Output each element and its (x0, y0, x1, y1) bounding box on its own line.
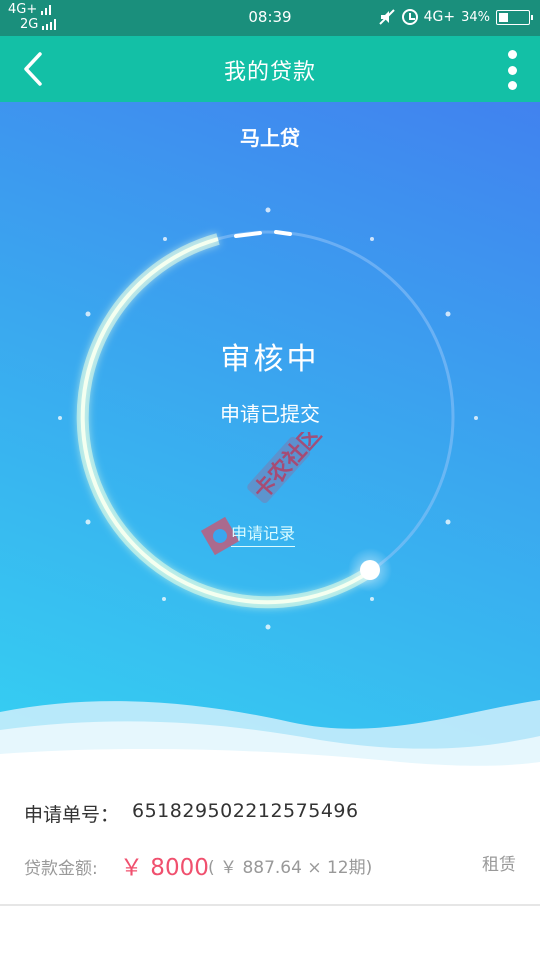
order-number-label: 申请单号： (24, 804, 120, 826)
page-title: 我的贷款 (223, 60, 316, 85)
application-records-link[interactable]: 申请记录 (231, 520, 296, 547)
review-substatus: 申请已提交 (220, 402, 320, 426)
network-type-right: 4G+ (423, 9, 456, 25)
watermark-logo: 卡农社区 (200, 432, 327, 556)
loan-type: 租赁 (482, 855, 516, 875)
mute-icon (378, 9, 395, 25)
order-number: 651829502212575496 (132, 800, 359, 822)
installment-plan: ( ￥ 887.64 × 12期) (208, 858, 373, 878)
review-status: 审核中 (220, 342, 320, 377)
wave-decoration (0, 700, 540, 782)
alarm-icon (401, 9, 418, 25)
bottom-area (0, 906, 540, 960)
more-vertical-icon[interactable] (506, 50, 518, 90)
title-bar: 我的贷款 (0, 36, 540, 102)
loan-info: 申请单号： 651829502212575496 贷款金额: ￥ 8000 ( … (0, 782, 540, 906)
status-right: 4G+ 34% (378, 8, 533, 26)
loan-amount-label: 贷款金额: (24, 859, 98, 879)
loan-amount: ￥ 8000 (120, 855, 209, 881)
battery-icon (496, 9, 533, 25)
status-bar: 4G+ 2G 08:39 4G+ 34% (0, 0, 540, 36)
battery-text: 34% (461, 9, 490, 25)
loan-status-hero: 马上贷 审核中 申请已提交 卡农社区 申请记录 (0, 102, 540, 782)
